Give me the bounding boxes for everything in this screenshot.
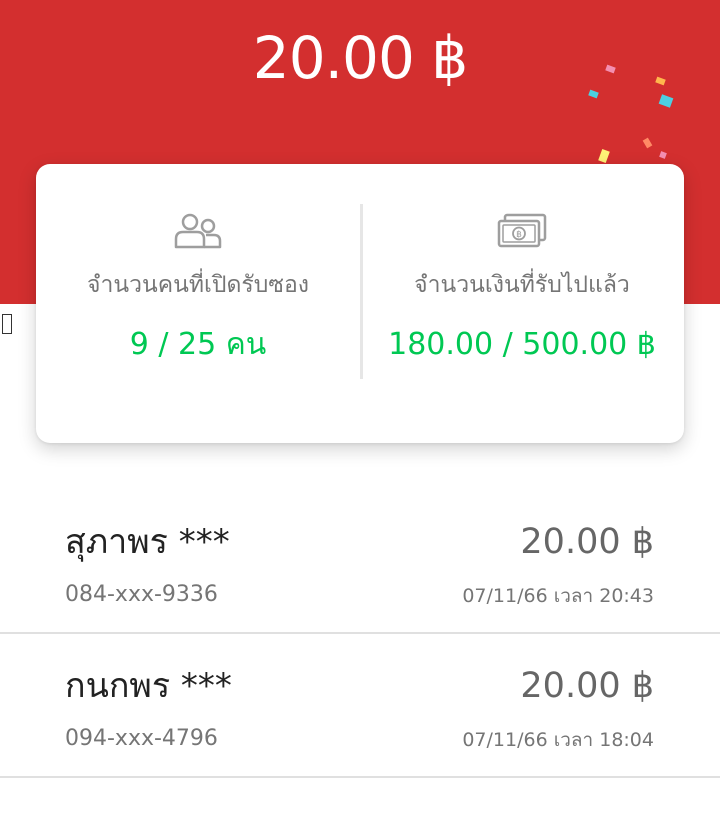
recipient-time: 07/11/66 เวลา 18:04 xyxy=(462,729,654,751)
opened-stat: จำนวนคนที่เปิดรับซอง 9 / 25 คน xyxy=(36,164,360,443)
confetti-piece xyxy=(658,94,674,108)
missing-glyph-box xyxy=(2,314,12,334)
received-stat-label: จำนวนเงินที่รับไปแล้ว xyxy=(414,272,630,298)
recipient-row[interactable]: สุภาพร *** 20.00 ฿ 084-xxx-9336 07/11/66… xyxy=(0,490,720,634)
opened-stat-label: จำนวนคนที่เปิดรับซอง xyxy=(86,272,310,298)
recipient-row[interactable]: กนกพร *** 20.00 ฿ 094-xxx-4796 07/11/66 … xyxy=(0,634,720,778)
opened-stat-value: 9 / 25 คน xyxy=(129,327,267,362)
received-stat-value: 180.00 / 500.00 ฿ xyxy=(388,327,656,362)
recipient-phone: 084-xxx-9336 xyxy=(65,582,218,607)
recipient-phone: 094-xxx-4796 xyxy=(65,726,218,751)
recipient-name: สุภาพร *** xyxy=(65,522,230,562)
stats-card: จำนวนคนที่เปิดรับซอง 9 / 25 คน ฿ จำนวนเง… xyxy=(36,164,684,443)
confetti-piece xyxy=(598,148,610,164)
banknote-icon: ฿ xyxy=(496,212,548,254)
recipient-list: สุภาพร *** 20.00 ฿ 084-xxx-9336 07/11/66… xyxy=(0,490,720,778)
recipient-time: 07/11/66 เวลา 20:43 xyxy=(462,585,654,607)
confetti-piece xyxy=(642,137,653,149)
recipient-amount: 20.00 ฿ xyxy=(520,522,654,562)
received-amount: 20.00 ฿ xyxy=(252,24,468,92)
confetti-piece xyxy=(659,151,667,159)
svg-text:฿: ฿ xyxy=(516,230,522,240)
recipient-name: กนกพร *** xyxy=(65,666,232,706)
recipient-amount: 20.00 ฿ xyxy=(520,666,654,706)
people-icon xyxy=(173,212,223,254)
received-stat: ฿ จำนวนเงินที่รับไปแล้ว 180.00 / 500.00 … xyxy=(360,164,684,443)
